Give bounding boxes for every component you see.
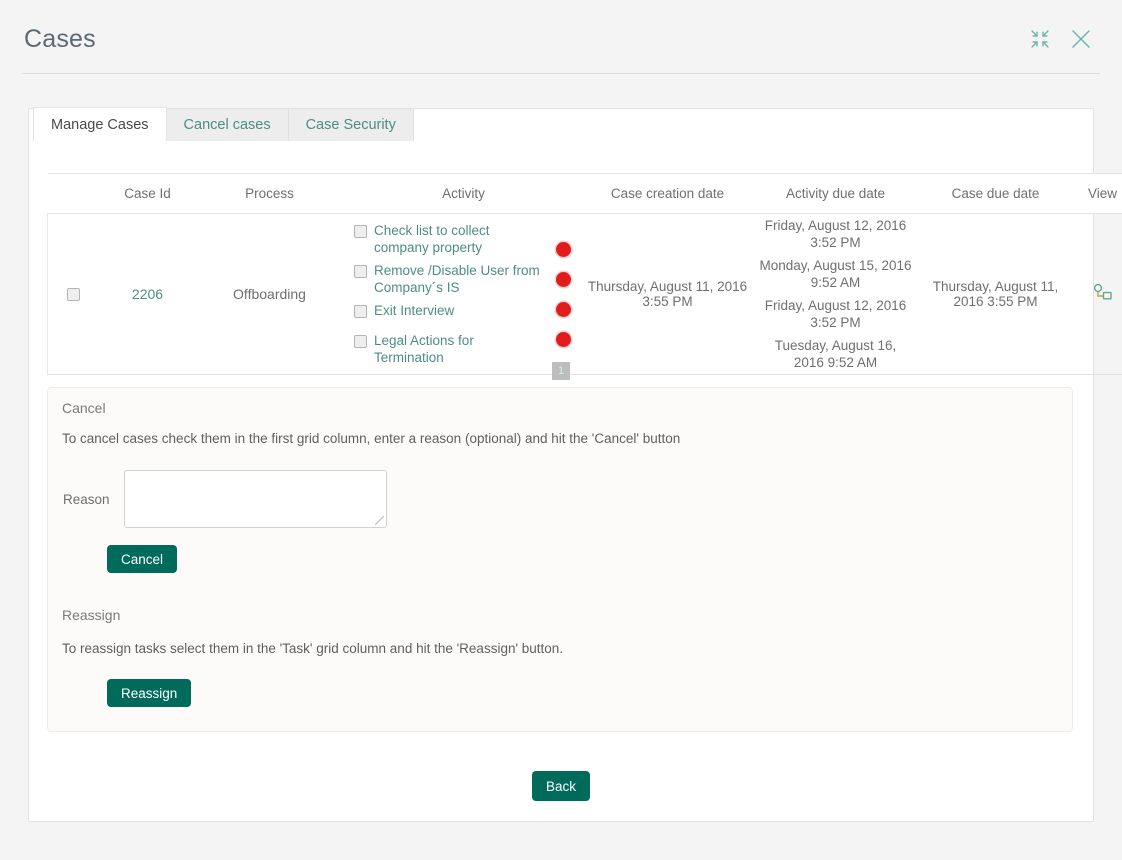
- row-status-cell: [542, 213, 584, 375]
- reassign-button[interactable]: Reassign: [107, 679, 192, 707]
- back-button[interactable]: Back: [531, 771, 590, 801]
- process-diagram-icon[interactable]: [1092, 283, 1114, 306]
- reason-input[interactable]: [124, 471, 386, 527]
- col-activity: Activity: [343, 173, 584, 214]
- row-activity-due-date-cell: Friday, August 12, 2016 3:52 PM Monday, …: [751, 213, 920, 375]
- activity-label[interactable]: Check list to collect company property: [374, 222, 543, 256]
- activity-item: Remove /Disable User from Company´s IS: [344, 259, 543, 299]
- row-process-cell: Offboarding: [195, 213, 344, 375]
- cancel-section-description: To cancel cases check them in the first …: [62, 431, 681, 446]
- col-select: [47, 173, 100, 214]
- status-indicator-red-icon: [556, 331, 571, 347]
- cancel-section-heading: Cancel: [62, 400, 106, 416]
- page-title: Cases: [24, 25, 96, 53]
- status-cell: [544, 324, 583, 354]
- reason-field-wrap[interactable]: [123, 470, 387, 528]
- tab-label: Case Security: [305, 117, 396, 133]
- row-select-cell: [47, 213, 100, 375]
- activity-checkbox[interactable]: [354, 265, 367, 278]
- tab-cancel-cases[interactable]: Cancel cases: [165, 108, 289, 141]
- row-view-cell: [1071, 213, 1122, 375]
- header-divider: [22, 73, 1100, 74]
- col-process: Process: [195, 173, 344, 214]
- activity-checkbox[interactable]: [354, 305, 367, 318]
- row-case-id-cell: 2206: [99, 213, 196, 375]
- close-icon[interactable]: [1068, 26, 1094, 52]
- footer-actions: Back: [29, 771, 1093, 801]
- col-case-due-date: Case due date: [919, 173, 1072, 214]
- col-activity-due-date: Activity due date: [751, 173, 920, 214]
- tab-manage-cases[interactable]: Manage Cases: [33, 107, 167, 142]
- reason-label: Reason: [63, 491, 110, 507]
- cancel-button[interactable]: Cancel: [107, 545, 178, 573]
- actions-panel: Cancel To cancel cases check them in the…: [47, 387, 1073, 732]
- row-activity-cell: Check list to collect company property R…: [343, 213, 544, 375]
- activity-label[interactable]: Legal Actions for Termination: [374, 332, 543, 366]
- reassign-section-heading: Reassign: [62, 607, 121, 623]
- status-cell: [544, 234, 583, 264]
- tab-case-security[interactable]: Case Security: [287, 108, 414, 141]
- activity-due-date: Monday, August 15, 2016 9:52 AM: [759, 258, 912, 290]
- grid-header-row: Case Id Process Activity Case creation d…: [47, 173, 1122, 214]
- table-row: 2206 Offboarding Check list to collect c…: [47, 213, 1122, 375]
- row-case-due-date-cell: Thursday, August 11, 2016 3:55 PM: [919, 213, 1072, 375]
- collapse-icon[interactable]: [1027, 26, 1053, 52]
- process-name: Offboarding: [233, 286, 306, 302]
- tab-label: Cancel cases: [183, 117, 271, 133]
- row-select-checkbox[interactable]: [67, 288, 80, 302]
- window-header: Cases: [0, 0, 1122, 74]
- activity-item: Exit Interview: [344, 299, 543, 329]
- grid-pager: 1: [29, 362, 1093, 380]
- activity-label[interactable]: Exit Interview: [374, 302, 454, 319]
- case-id-link[interactable]: 2206: [132, 286, 163, 302]
- tab-bar: Manage Cases Cancel cases Case Security: [29, 107, 414, 142]
- activity-checkbox[interactable]: [354, 225, 367, 238]
- status-indicator-red-icon: [556, 241, 571, 257]
- status-indicator-red-icon: [556, 301, 571, 317]
- activity-due-date: Friday, August 12, 2016 3:52 PM: [764, 298, 907, 330]
- row-case-creation-date-cell: Thursday, August 11, 2016 3:55 PM: [583, 213, 752, 375]
- col-case-id: Case Id: [99, 173, 196, 214]
- window-actions: [1027, 26, 1094, 52]
- status-cell: [544, 264, 583, 294]
- activity-due-date: Friday, August 12, 2016 3:52 PM: [764, 218, 907, 250]
- status-indicator-red-icon: [556, 271, 571, 287]
- activity-label[interactable]: Remove /Disable User from Company´s IS: [374, 262, 543, 296]
- activity-item: Check list to collect company property: [344, 219, 543, 259]
- tab-label: Manage Cases: [51, 116, 149, 133]
- reassign-section-description: To reassign tasks select them in the 'Ta…: [62, 641, 564, 656]
- activity-checkbox[interactable]: [354, 335, 367, 348]
- content-card: Manage Cases Cancel cases Case Security: [28, 107, 1122, 822]
- status-cell: [544, 294, 583, 324]
- pager-page-1[interactable]: 1: [552, 362, 570, 380]
- reason-row: Reason: [48, 446, 1072, 528]
- cases-grid: Case Id Process Activity Case creation d…: [47, 173, 1122, 375]
- col-case-creation-date: Case creation date: [583, 173, 752, 214]
- col-view: View: [1071, 173, 1122, 214]
- cases-page: Cases Manage Cases Cancel cases Case Sec…: [0, 0, 1122, 860]
